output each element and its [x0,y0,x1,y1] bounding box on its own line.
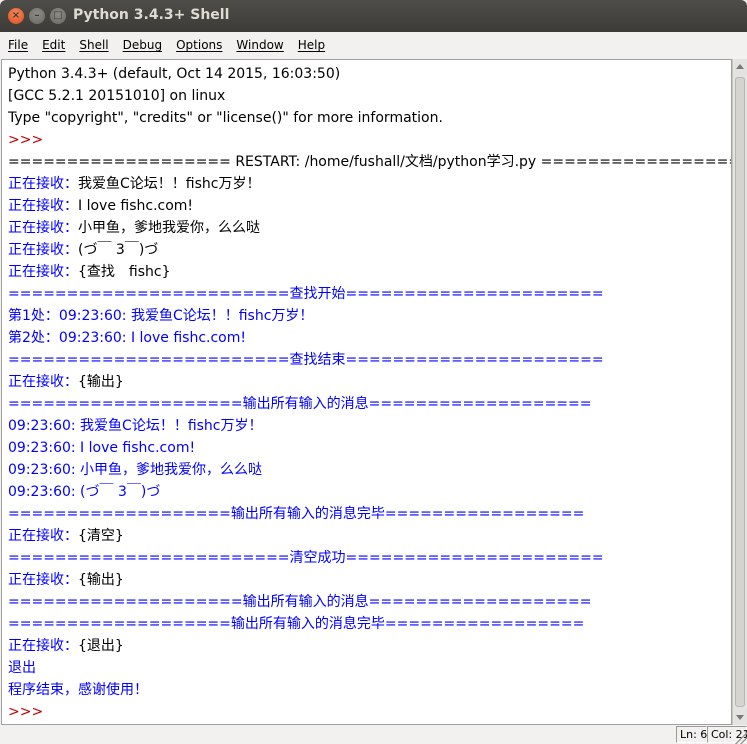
shell-line: 09:23:60: (づ￣ 3￣)づ [8,481,731,503]
scroll-down-arrow-icon[interactable] [736,715,744,720]
shell-line: 程序结束，感谢使用！ [8,679,731,701]
window-titlebar[interactable]: × – □ Python 3.4.3+ Shell [0,0,747,32]
output-prefix: 正在接收： [8,198,78,214]
output-text: ===================输出所有输入的消息完毕==========… [8,616,585,632]
shell-line: >>> [8,129,731,151]
shell-line: =================== RESTART: /home/fusha… [8,151,731,173]
shell-line: ===================输出所有输入的消息完毕==========… [8,613,731,635]
shell-line: 09:23:60: 小甲鱼，爹地我爱你，么么哒 [8,459,731,481]
scrollbar-thumb[interactable] [735,77,745,707]
output-text: I love fishc.com! [78,198,194,214]
output-text: ====================输出所有输入的消息===========… [8,594,592,610]
output-prefix: 正在接收： [8,374,78,390]
shell-line: ====================输出所有输入的消息===========… [8,393,731,415]
menu-bar: File Edit Shell Debug Options Window Hel… [0,32,747,58]
output-text: {输出} [78,572,124,588]
output-text: {查找 fishc} [78,264,171,280]
window-title: Python 3.4.3+ Shell [73,7,230,23]
minimize-button[interactable]: – [29,8,45,24]
output-text: {退出} [78,638,124,654]
output-text: 我爱鱼C论坛！！fishc万岁！ [78,176,261,192]
output-text: 第2处：09:23:60: I love fishc.com! [8,330,246,346]
shell-line: 正在接收：{输出} [8,371,731,393]
shell-line: 09:23:60: 我爱鱼C论坛！！fishc万岁！ [8,415,731,437]
output-prefix: 正在接收： [8,572,78,588]
output-text: {清空} [78,528,124,544]
maximize-button[interactable]: □ [50,8,66,24]
output-prefix: 正在接收： [8,242,78,258]
menu-edit[interactable]: Edit [34,38,71,52]
output-text: 小甲鱼，爹地我爱你，么么哒 [78,220,260,236]
output-text: 09:23:60: (づ￣ 3￣)づ [8,484,161,500]
output-text: ====================输出所有输入的消息===========… [8,396,592,412]
output-prefix: 正在接收： [8,220,78,236]
shell-line: 正在接收：{查找 fishc} [8,261,731,283]
shell-line: 第1处：09:23:60: 我爱鱼C论坛！！fishc万岁！ [8,305,731,327]
status-line: Ln: 6 [676,726,707,743]
output-prefix: 正在接收： [8,638,78,654]
shell-line: ====================输出所有输入的消息===========… [8,591,731,613]
shell-line: Python 3.4.3+ (default, Oct 14 2015, 16:… [8,63,731,85]
status-bar: Ln: 6 Col: 21 [0,725,747,744]
output-text: 09:23:60: 小甲鱼，爹地我爱你，么么哒 [8,462,263,478]
shell-line: [GCC 5.2.1 20151010] on linux [8,85,731,107]
shell-line: 正在接收：{清空} [8,525,731,547]
output-prefix: 正在接收： [8,264,78,280]
maximize-icon: □ [53,10,63,21]
output-text: 09:23:60: 我爱鱼C论坛！！fishc万岁！ [8,418,263,434]
vertical-scrollbar[interactable] [732,59,747,725]
shell-line: 正在接收：{退出} [8,635,731,657]
shell-line: 正在接收：我爱鱼C论坛！！fishc万岁！ [8,173,731,195]
menu-window[interactable]: Window [228,38,289,52]
output-text: Type "copyright", "credits" or "license(… [8,110,443,126]
output-text: ========================清空成功============… [8,550,604,566]
shell-line: ========================清空成功============… [8,547,731,569]
shell-line: 正在接收：{输出} [8,569,731,591]
menu-options[interactable]: Options [168,38,228,52]
output-text: Python 3.4.3+ (default, Oct 14 2015, 16:… [8,66,341,82]
output-text: =================== RESTART: /home/fusha… [8,154,732,170]
minimize-icon: – [34,10,40,21]
output-text: {输出} [78,374,124,390]
output-prefix: 正在接收： [8,176,78,192]
shell-line: 退出 [8,657,731,679]
menu-debug[interactable]: Debug [115,38,168,52]
output-text: 09:23:60: I love fishc.com! [8,440,196,456]
menu-file[interactable]: File [0,38,34,52]
output-text: ========================查找开始============… [8,286,604,302]
menu-help[interactable]: Help [290,38,331,52]
output-prefix: 正在接收： [8,528,78,544]
shell-line: 正在接收：(づ￣ 3￣)づ [8,239,731,261]
shell-line: 09:23:60: I love fishc.com! [8,437,731,459]
shell-line: ===================输出所有输入的消息完毕==========… [8,503,731,525]
output-text: 程序结束，感谢使用！ [8,682,148,698]
shell-prompt: >>> [8,132,48,148]
output-text: (づ￣ 3￣)づ [78,242,159,258]
shell-line: ========================查找开始============… [8,283,731,305]
shell-line: Type "copyright", "credits" or "license(… [8,107,731,129]
menu-shell[interactable]: Shell [71,38,114,52]
close-button[interactable]: × [8,8,24,24]
output-text: 第1处：09:23:60: 我爱鱼C论坛！！fishc万岁！ [8,308,314,324]
shell-line: 正在接收：小甲鱼，爹地我爱你，么么哒 [8,217,731,239]
shell-text-area[interactable]: Python 3.4.3+ (default, Oct 14 2015, 16:… [1,59,732,725]
output-text: 退出 [8,660,36,676]
output-text: [GCC 5.2.1 20151010] on linux [8,88,226,104]
close-icon: × [11,10,21,21]
resize-grip-icon[interactable] [735,732,747,744]
output-text: ========================查找结束============… [8,352,604,368]
shell-prompt: >>> [8,704,48,720]
shell-line: 第2处：09:23:60: I love fishc.com! [8,327,731,349]
shell-line: ========================查找结束============… [8,349,731,371]
output-text: ===================输出所有输入的消息完毕==========… [8,506,585,522]
shell-line: 正在接收：I love fishc.com! [8,195,731,217]
scroll-up-arrow-icon[interactable] [736,64,744,69]
shell-line: >>> [8,701,731,723]
